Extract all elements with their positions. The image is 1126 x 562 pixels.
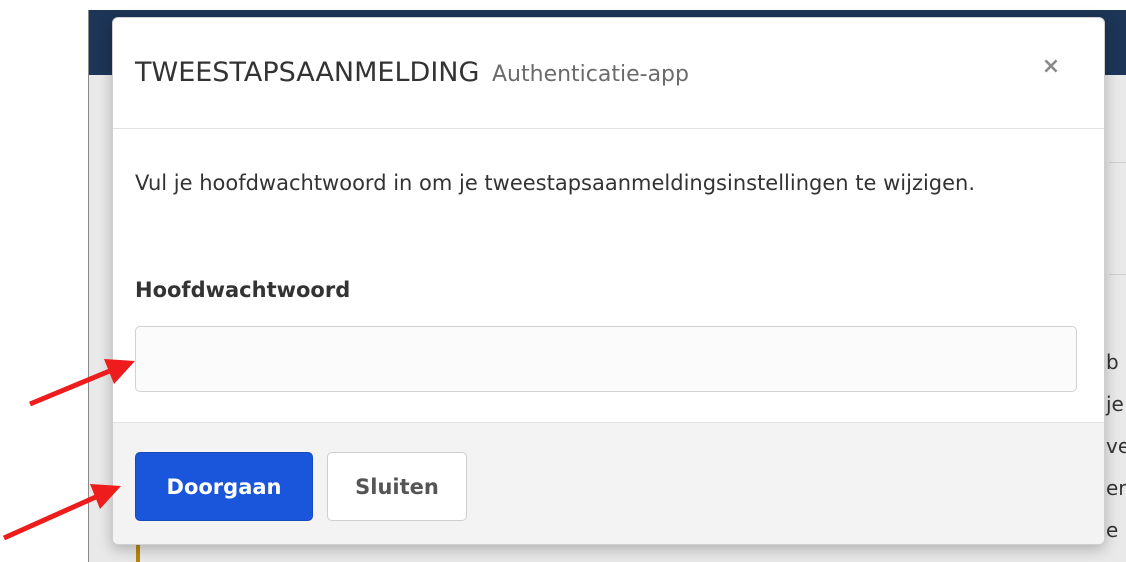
close-button[interactable]: Sluiten	[327, 452, 467, 521]
background-text-fragment: ve	[1106, 434, 1126, 458]
continue-button[interactable]: Doorgaan	[135, 452, 313, 521]
master-password-label: Hoofdwachtwoord	[135, 278, 351, 302]
modal-header: TWEESTAPSAANMELDING Authenticatie-app ×	[113, 18, 1104, 129]
background-divider	[1109, 274, 1126, 275]
modal-body-text: Vul je hoofdwachtwoord in om je tweestap…	[135, 171, 976, 195]
background-text-fragment: er	[1106, 476, 1126, 500]
modal-title-text: TWEESTAPSAANMELDING	[135, 57, 480, 88]
close-icon[interactable]: ×	[1036, 51, 1066, 81]
modal-title: TWEESTAPSAANMELDING Authenticatie-app	[135, 57, 689, 88]
background-text-fragment: je	[1106, 392, 1124, 416]
screenshot-root: b je ve er e TWEESTAPSAANMELDING Authent…	[0, 0, 1126, 562]
modal-footer: Doorgaan Sluiten	[113, 422, 1104, 544]
modal-body: Vul je hoofdwachtwoord in om je tweestap…	[135, 163, 1085, 392]
background-text-fragment: b	[1106, 350, 1119, 374]
background-text-fragment: e	[1106, 518, 1119, 542]
background-divider	[1109, 162, 1126, 163]
two-step-login-modal: TWEESTAPSAANMELDING Authenticatie-app × …	[112, 17, 1105, 545]
master-password-input[interactable]	[135, 326, 1077, 392]
modal-subtitle: Authenticatie-app	[492, 62, 689, 87]
